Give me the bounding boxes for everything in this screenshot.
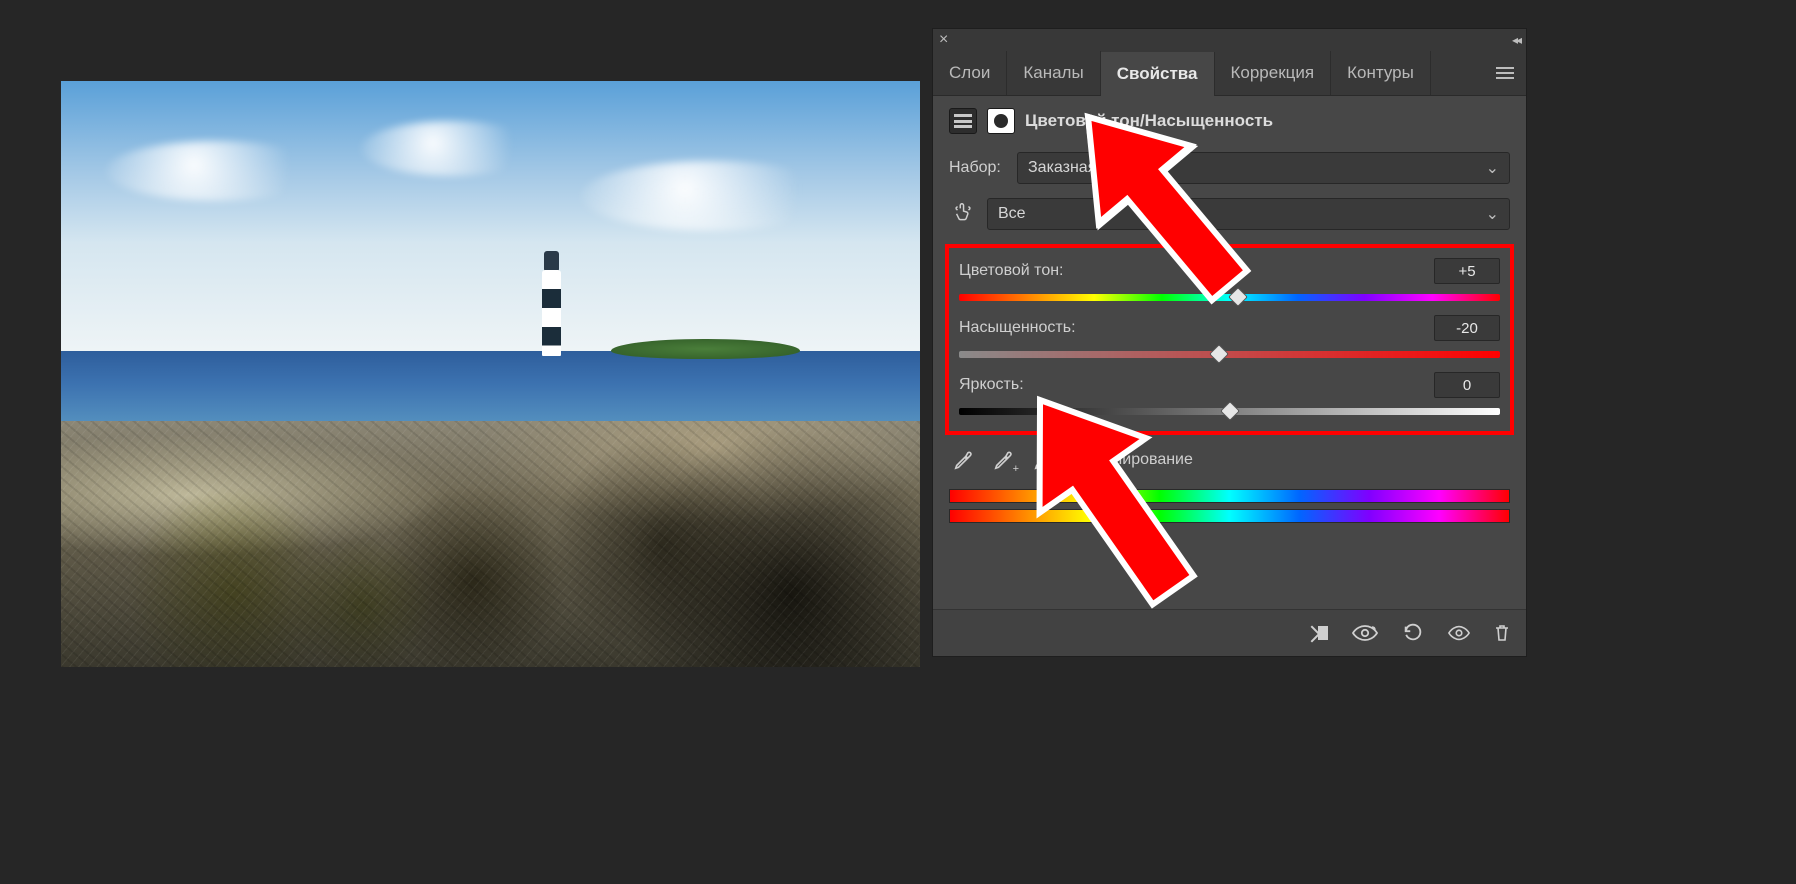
adjustment-type-icon[interactable] (949, 108, 977, 134)
lightness-slider: Яркость: (959, 372, 1500, 415)
chevron-down-icon: ⌄ (1486, 158, 1499, 178)
tab-adjustments[interactable]: Коррекция (1215, 51, 1332, 95)
lightness-value-input[interactable] (1434, 372, 1500, 398)
spectrum-after (949, 509, 1510, 523)
panel-footer (933, 609, 1526, 656)
hue-thumb[interactable] (1228, 287, 1248, 307)
eyedropper-subtract-icon[interactable]: − (1033, 449, 1055, 471)
lightness-label: Яркость: (959, 376, 1024, 394)
tab-channels[interactable]: Каналы (1007, 51, 1100, 95)
preset-label: Набор: (949, 159, 1007, 177)
preset-dropdown[interactable]: Заказная ⌄ (1017, 152, 1510, 184)
saturation-track[interactable] (959, 351, 1500, 358)
tab-layers[interactable]: Слои (933, 51, 1007, 95)
spectrum-before (949, 489, 1510, 503)
panel-menu-icon[interactable] (1484, 51, 1526, 95)
panel-titlebar: × ◂◂ (933, 29, 1526, 51)
properties-panel: × ◂◂ Слои Каналы Свойства Коррекция Конт… (932, 28, 1527, 657)
document-canvas[interactable] (61, 81, 920, 667)
chevron-down-icon: ⌄ (1486, 204, 1499, 224)
checkbox-box (1073, 453, 1088, 468)
hue-track[interactable] (959, 294, 1500, 301)
hue-label: Цветовой тон: (959, 262, 1064, 280)
saturation-slider: Насыщенность: (959, 315, 1500, 358)
tab-paths[interactable]: Контуры (1331, 51, 1431, 95)
saturation-value-input[interactable] (1434, 315, 1500, 341)
close-icon[interactable]: × (939, 32, 948, 48)
view-previous-icon[interactable] (1352, 624, 1378, 642)
preset-value: Заказная (1028, 159, 1096, 177)
eyedropper-icon[interactable] (953, 449, 975, 471)
edit-value: Все (998, 205, 1026, 223)
lightness-thumb[interactable] (1220, 401, 1240, 421)
tab-properties[interactable]: Свойства (1101, 52, 1215, 96)
reset-icon[interactable] (1402, 622, 1424, 644)
image-preview (61, 81, 920, 667)
hue-slider: Цветовой тон: (959, 258, 1500, 301)
edit-dropdown[interactable]: Все ⌄ (987, 198, 1510, 230)
adjustment-title: Цветовой тон/Насыщенность (1025, 111, 1273, 131)
highlight-box: Цветовой тон: Насыщенность: Яркость: (945, 244, 1514, 435)
lightness-track[interactable] (959, 408, 1500, 415)
hue-value-input[interactable] (1434, 258, 1500, 284)
eyedropper-add-icon[interactable]: + (993, 449, 1015, 471)
targeted-adjustment-icon[interactable] (949, 201, 977, 228)
visibility-icon[interactable] (1448, 625, 1470, 641)
clip-to-layer-icon[interactable] (1306, 624, 1328, 642)
delete-icon[interactable] (1494, 624, 1510, 642)
layer-mask-icon[interactable] (987, 108, 1015, 134)
panel-tabs: Слои Каналы Свойства Коррекция Контуры (933, 51, 1526, 96)
collapse-icon[interactable]: ◂◂ (1512, 33, 1520, 47)
colorize-checkbox[interactable]: Тонирование (1073, 451, 1193, 469)
saturation-thumb[interactable] (1209, 344, 1229, 364)
colorize-label: Тонирование (1096, 451, 1193, 469)
saturation-label: Насыщенность: (959, 319, 1076, 337)
